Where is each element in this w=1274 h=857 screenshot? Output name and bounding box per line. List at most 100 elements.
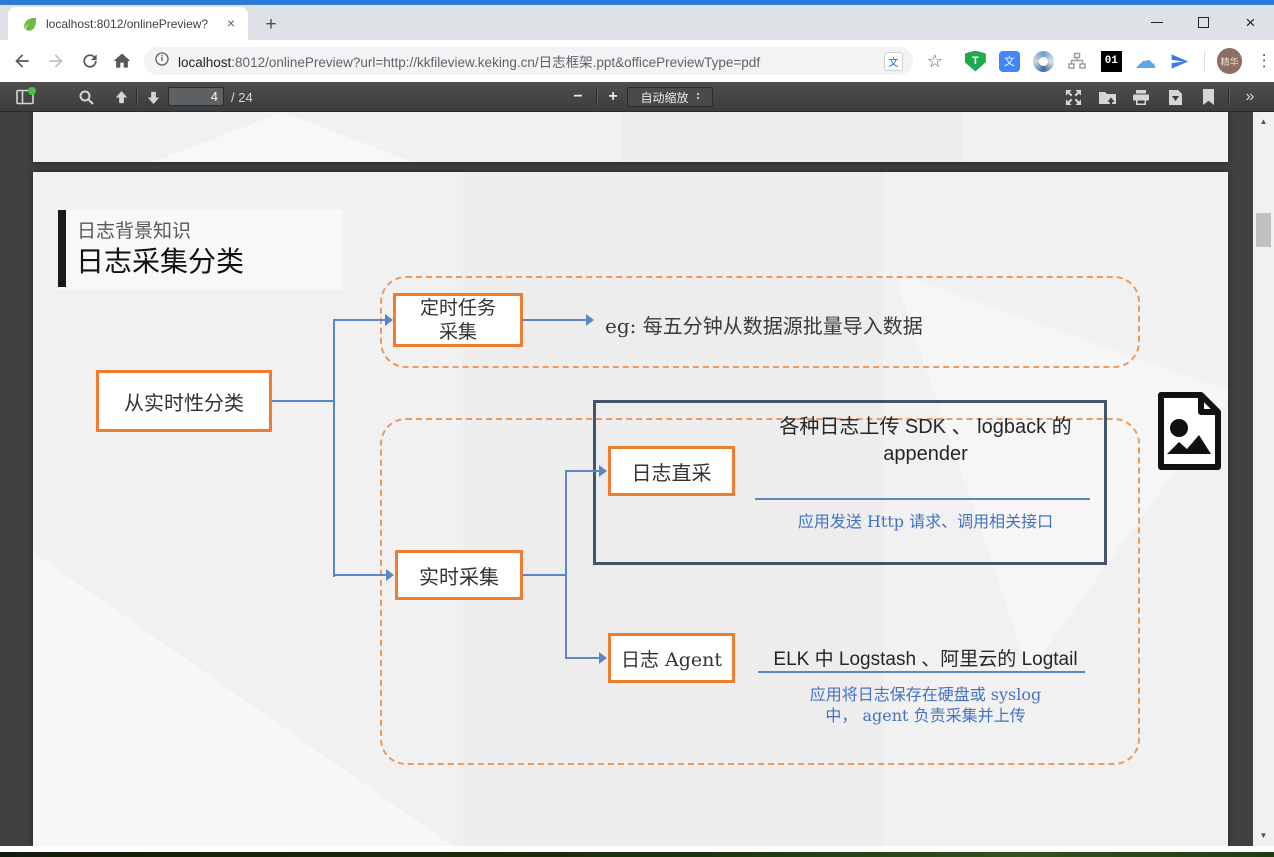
direct-desc-line2: appender [738, 441, 1113, 468]
page-number-input[interactable]: 4 [168, 87, 224, 106]
toolbar-separator [596, 88, 597, 106]
zoom-select-label: 自动缩放 [640, 89, 688, 106]
direct-desc-line1: 各种日志上传 SDK 、 logback 的 [738, 414, 1113, 441]
more-tools-button[interactable]: » [1236, 82, 1264, 112]
connector-line [523, 574, 565, 576]
direct-collect-box: 日志直采 [608, 446, 735, 496]
timed-box-line1: 定时任务 [420, 296, 496, 320]
pdf-search-icon[interactable] [74, 82, 98, 112]
realtime-box: 实时采集 [395, 550, 523, 600]
scroll-up-icon[interactable]: ▲ [1253, 114, 1274, 130]
connector-line [523, 319, 587, 321]
page-count-label: / 24 [231, 82, 253, 112]
extension-sitemap-icon[interactable] [1067, 51, 1088, 72]
maximize-icon [1198, 17, 1209, 28]
underline [758, 671, 1085, 673]
close-icon: × [1246, 13, 1256, 33]
extension-bird-icon[interactable] [1169, 51, 1190, 72]
arrowhead-icon [386, 569, 394, 581]
forward-button[interactable] [42, 47, 70, 75]
scroll-down-icon[interactable]: ▼ [1253, 828, 1274, 844]
realtime-box-label: 实时采集 [419, 561, 499, 590]
print-button[interactable] [1128, 82, 1154, 112]
log-agent-box: 日志 Agent [608, 633, 735, 683]
new-tab-button[interactable]: + [258, 13, 284, 39]
connector-line [272, 400, 333, 402]
browser-tab[interactable]: localhost:8012/onlinePreview? × [8, 7, 248, 40]
bookmark-star-icon[interactable]: ☆ [923, 51, 947, 72]
maximize-button[interactable] [1180, 5, 1227, 40]
zoom-out-button[interactable]: − [566, 82, 590, 112]
desktop-wallpaper-strip [0, 852, 1274, 857]
connector-line [333, 320, 335, 577]
image-placeholder-icon [1155, 392, 1222, 470]
pdf-page-3-bottom [33, 112, 1228, 162]
agent-box-label: 日志 Agent [621, 645, 722, 672]
pdf-page-4-slide: 日志背景知识 日志采集分类 从实时性分类 [33, 172, 1228, 846]
connector-line [565, 470, 600, 472]
agent-note-line2: 中， agent 负责采集并上传 [738, 705, 1113, 726]
direct-note-text: 应用发送 Http 请求、调用相关接口 [738, 508, 1113, 532]
extension-01-icon[interactable]: 01 [1101, 51, 1122, 72]
timed-box-line2: 采集 [439, 320, 477, 344]
root-box: 从实时性分类 [96, 370, 272, 432]
minimize-icon [1151, 22, 1163, 23]
arrowhead-icon [599, 652, 607, 664]
timed-task-box: 定时任务 采集 [393, 293, 523, 347]
agent-note-line1: 应用将日志保存在硬盘或 syslog [738, 684, 1113, 705]
window-controls: × [1133, 5, 1274, 40]
extension-shield-icon[interactable]: T [965, 51, 986, 72]
extension-swirl-icon[interactable] [1033, 51, 1054, 72]
browser-window: localhost:8012/onlinePreview? × + × loca… [0, 0, 1274, 857]
arrowhead-icon [599, 465, 607, 477]
extensions-row: T 文 01 ☁ [965, 51, 1190, 72]
sidebar-toggle-button[interactable] [12, 82, 38, 112]
slide-title: 日志采集分类 [76, 240, 244, 280]
vertical-scrollbar[interactable]: ▲ ▼ [1253, 112, 1274, 846]
open-file-button[interactable] [1094, 82, 1120, 112]
titlebar: localhost:8012/onlinePreview? × + × [0, 5, 1274, 40]
agent-note-text: 应用将日志保存在硬盘或 syslog 中， agent 负责采集并上传 [738, 684, 1113, 726]
bookmark-button[interactable] [1196, 82, 1220, 112]
minimize-button[interactable] [1133, 5, 1180, 40]
page-up-button[interactable] [109, 82, 133, 112]
agent-desc-text: ELK 中 Logstash 、阿里云的 Logtail [738, 644, 1113, 671]
browser-menu-icon[interactable]: ⋮ [1254, 51, 1274, 71]
tab-close-icon[interactable]: × [222, 15, 240, 33]
toolbar-separator [1204, 51, 1205, 71]
toolbar-separator [1228, 88, 1229, 106]
pdf-toolbar: 4 / 24 − + 自动缩放 ▴▾ » [0, 82, 1274, 112]
direct-box-label: 日志直采 [632, 457, 712, 486]
back-button[interactable] [8, 47, 36, 75]
home-button[interactable] [108, 47, 136, 75]
download-button[interactable] [1162, 82, 1188, 112]
slide-subtitle: 日志背景知识 [77, 216, 191, 243]
extension-translate-icon[interactable]: 文 [999, 51, 1020, 72]
url-input[interactable]: localhost:8012/onlinePreview?url=http://… [144, 47, 913, 75]
pdf-viewer-area[interactable]: 日志背景知识 日志采集分类 从实时性分类 [0, 112, 1274, 846]
underline [755, 498, 1090, 500]
zoom-select-dropdown[interactable]: 自动缩放 ▴▾ [627, 87, 713, 107]
title-accent-bar [58, 210, 66, 287]
toolbar-separator [136, 88, 137, 106]
page-info-icon[interactable] [154, 51, 170, 72]
arrowhead-icon [586, 314, 594, 326]
status-green-dot [28, 87, 36, 95]
connector-line [333, 574, 387, 576]
profile-avatar[interactable]: 精华 [1217, 48, 1243, 74]
close-button[interactable]: × [1227, 5, 1274, 40]
scrollbar-thumb[interactable] [1256, 213, 1271, 247]
dropdown-spinner-icon: ▴▾ [697, 92, 700, 102]
zoom-in-button[interactable]: + [601, 82, 625, 112]
arrowhead-icon [385, 314, 393, 326]
url-host: localhost [178, 55, 231, 70]
direct-desc-text: 各种日志上传 SDK 、 logback 的 appender [738, 414, 1113, 468]
url-path: :8012/onlinePreview?url=http://kkfilevie… [231, 55, 760, 70]
connector-line [333, 319, 386, 321]
presentation-mode-button[interactable] [1060, 82, 1086, 112]
reload-button[interactable] [76, 47, 104, 75]
page-down-button[interactable] [141, 82, 165, 112]
translate-page-icon[interactable]: 文 [884, 52, 903, 71]
address-bar: localhost:8012/onlinePreview?url=http://… [0, 40, 1274, 82]
extension-cloud-icon[interactable]: ☁ [1135, 51, 1156, 72]
